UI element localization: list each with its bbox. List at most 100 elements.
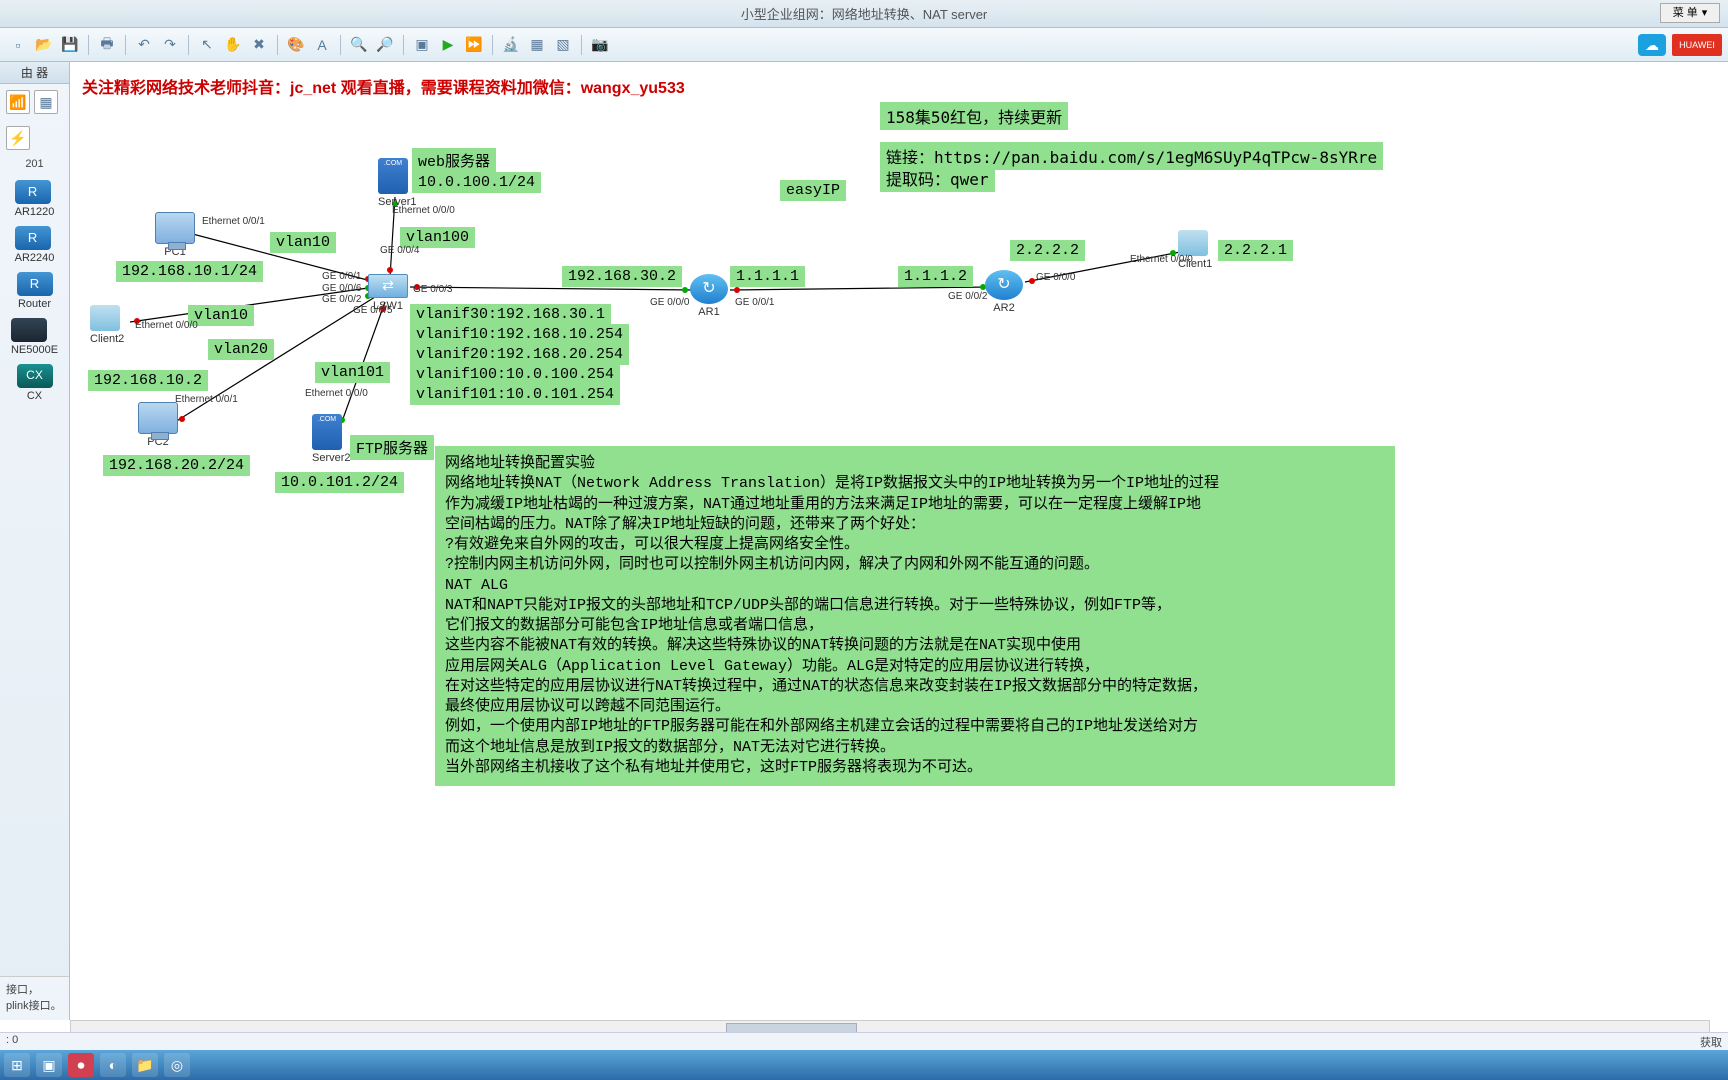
port-lsw-g2: GE 0/0/2 (322, 294, 361, 305)
info-line3: 提取码：qwer (880, 164, 995, 192)
label-ftp-title: FTP服务器 (350, 435, 434, 460)
label-vlanif101: vlanif101:10.0.101.254 (410, 384, 620, 405)
palette-item-ar1220[interactable]: RAR1220 (15, 180, 55, 218)
palette-icon[interactable]: 🎨 (284, 33, 308, 57)
title-bar: 小型企业组网：网络地址转换、NAT server 菜 单 (0, 0, 1728, 28)
zoom-in-icon[interactable]: 🔍 (347, 33, 371, 57)
ungroup-icon[interactable]: ▧ (551, 33, 575, 57)
port-pc1: Ethernet 0/0/1 (202, 216, 265, 227)
essay-p14: 例如，一个使用内部IP地址的FTP服务器可能在和外部网络主机建立会话的过程中需要… (445, 717, 1385, 737)
essay-p2: 作为减缓IP地址枯竭的一种过渡方案，NAT通过地址重用的方法来满足IP地址的需要… (445, 495, 1385, 515)
port-ar1-g1: GE 0/0/1 (735, 297, 774, 308)
palette-tab-bolt[interactable]: ⚡ (6, 126, 30, 150)
text-icon[interactable]: A (310, 33, 334, 57)
label-client1-ip: 2.2.2.1 (1218, 240, 1293, 261)
essay-p15: 而这个地址信息是放到IP报文的数据部分，NAT无法对它进行转换。 (445, 738, 1385, 758)
label-client2-ip: 192.168.10.2 (88, 370, 208, 391)
separator (340, 35, 341, 55)
essay-p10: 应用层网关ALG（Application Level Gateway）功能。AL… (445, 657, 1385, 677)
label-pc2-ip: 192.168.20.2/24 (103, 455, 250, 476)
delete-icon[interactable]: ✖ (247, 33, 271, 57)
menu-button[interactable]: 菜 单 (1660, 3, 1720, 23)
play-icon[interactable]: ▶ (436, 33, 460, 57)
inspect-icon[interactable]: 🔬 (499, 33, 523, 57)
palette-item-router[interactable]: RRouter (17, 272, 53, 310)
label-easyip: easyIP (780, 180, 846, 201)
port-server2: Ethernet 0/0/0 (305, 388, 368, 399)
pointer-icon[interactable]: ↖ (195, 33, 219, 57)
os-taskbar: ⊞ ▣ ⏺ ◐ 📁 ◎ (0, 1050, 1728, 1080)
port-lsw-g6: GE 0/0/6 (322, 283, 361, 294)
label-vlanif100: vlanif100:10.0.100.254 (410, 364, 620, 385)
start-button[interactable]: ⊞ (4, 1053, 30, 1077)
label-vlan101: vlan101 (315, 362, 390, 383)
palette-tab-wifi[interactable]: 📶 (6, 90, 30, 114)
separator (277, 35, 278, 55)
topology-canvas[interactable]: 关注精彩网络技术老师抖音：jc_net 观看直播，需要课程资料加微信：wangx… (70, 62, 1728, 1020)
port-server1: Ethernet 0/0/0 (392, 205, 455, 216)
label-ar1-r: 1.1.1.2 (898, 266, 973, 287)
palette-code: 201 (0, 156, 69, 172)
group-icon[interactable]: ▦ (525, 33, 549, 57)
label-vlan10a: vlan10 (270, 232, 336, 253)
info-line1: 158集50红包，持续更新 (880, 102, 1068, 130)
taskbar-app-explorer[interactable]: 📁 (132, 1053, 158, 1077)
essay-title: 网络地址转换配置实验 (445, 454, 1385, 474)
device-server2[interactable]: Server2 (312, 414, 351, 464)
cloud-icon[interactable]: ☁ (1638, 34, 1666, 56)
device-server1[interactable]: Server1 (378, 158, 417, 208)
separator (125, 35, 126, 55)
device-pc2[interactable]: PC2 (138, 402, 178, 448)
essay-p12: 最终使应用层协议可以跨越不同范围运行。 (445, 697, 1385, 717)
label-vlanif10: vlanif10:192.168.10.254 (410, 324, 629, 345)
separator (581, 35, 582, 55)
separator (492, 35, 493, 55)
new-icon[interactable]: ▫ (6, 33, 30, 57)
print-icon[interactable]: 🖶 (95, 33, 119, 57)
taskbar-app-screen[interactable]: ⏺ (68, 1053, 94, 1077)
port-lsw-g5: GE 0/0/5 (353, 305, 392, 316)
essay-p16: 当外部网络主机接收了这个私有地址并使用它，这时FTP服务器将表现为不可达。 (445, 758, 1385, 778)
essay-p3: 空间枯竭的压力。NAT除了解决IP地址短缺的问题，还带来了两个好处： (445, 515, 1385, 535)
separator (88, 35, 89, 55)
device-pc1[interactable]: PC1 (155, 212, 195, 258)
zoom-out-icon[interactable]: 🔎 (373, 33, 397, 57)
port-ar2-g2: GE 0/0/2 (948, 291, 987, 302)
open-icon[interactable]: 📂 (32, 33, 56, 57)
label-ar2-r: 2.2.2.2 (1010, 240, 1085, 261)
port-client2: Ethernet 0/0/0 (135, 320, 198, 331)
taskbar-app-obs[interactable]: ◎ (164, 1053, 190, 1077)
essay-p6: NAT ALG (445, 576, 1385, 596)
label-web-title: web服务器 (412, 148, 496, 173)
toolbar: ▫ 📂 💾 🖶 ↶ ↷ ↖ ✋ ✖ 🎨 A 🔍 🔎 ▣ ▶ ⏩ 🔬 ▦ ▧ 📷 … (0, 28, 1728, 62)
camera-icon[interactable]: 📷 (588, 33, 612, 57)
chip-icon[interactable]: ▣ (410, 33, 434, 57)
redo-icon[interactable]: ↷ (158, 33, 182, 57)
device-ar1[interactable]: AR1 (690, 274, 728, 318)
essay-p4: ?有效避免来自外网的攻击，可以很大程度上提高网络安全性。 (445, 535, 1385, 555)
device-ar2[interactable]: AR2 (985, 270, 1023, 314)
taskbar-app-ensp[interactable]: ▣ (36, 1053, 62, 1077)
label-vlan20: vlan20 (208, 339, 274, 360)
port-pc2: Ethernet 0/0/1 (175, 394, 238, 405)
huawei-logo: HUAWEI (1672, 34, 1722, 56)
port-lsw-g1: GE 0/0/1 (322, 271, 361, 282)
play-all-icon[interactable]: ⏩ (462, 33, 486, 57)
device-client2[interactable]: Client2 (90, 305, 124, 345)
palette-tab-grid[interactable]: ▦ (34, 90, 58, 114)
separator (188, 35, 189, 55)
undo-icon[interactable]: ↶ (132, 33, 156, 57)
palette-item-cx[interactable]: CXCX (17, 364, 53, 402)
essay-p11: 在对这些特定的应用层协议进行NAT转换过程中，通过NAT的状态信息来改变封装在I… (445, 677, 1385, 697)
palette-item-ne5000e[interactable]: NE5000E (11, 318, 58, 356)
essay-p5: ?控制内网主机访问外网，同时也可以控制外网主机访问内网，解决了内网和外网不能互通… (445, 555, 1385, 575)
taskbar-app-edge[interactable]: ◐ (100, 1053, 126, 1077)
window-title: 小型企业组网：网络地址转换、NAT server (741, 4, 988, 23)
label-ftp-ip: 10.0.101.2/24 (275, 472, 404, 493)
hand-icon[interactable]: ✋ (221, 33, 245, 57)
status-left: : 0 (6, 1034, 18, 1049)
palette-description: 接口， plink接口。 (0, 976, 69, 1020)
palette-item-ar2240[interactable]: RAR2240 (15, 226, 55, 264)
save-icon[interactable]: 💾 (58, 33, 82, 57)
label-ar1-l: 1.1.1.1 (730, 266, 805, 287)
